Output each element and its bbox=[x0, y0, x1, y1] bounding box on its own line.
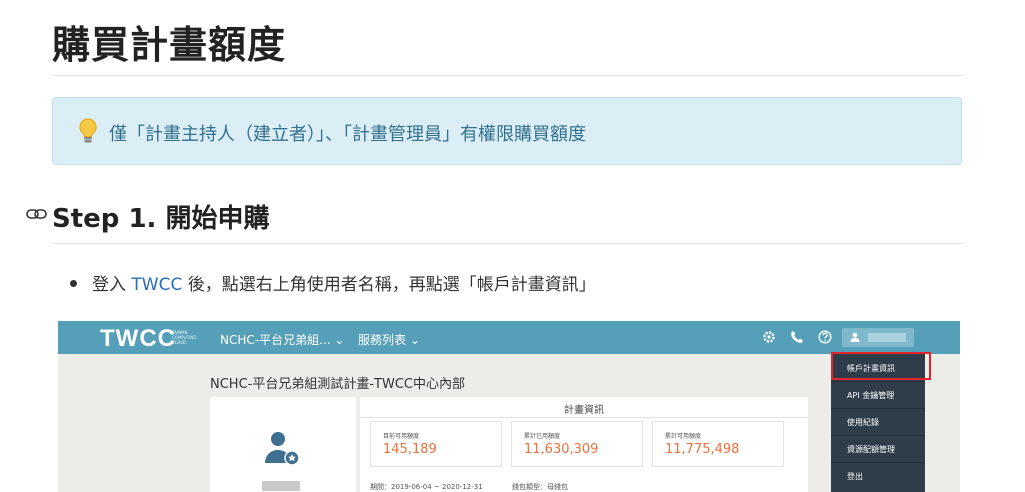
twcc-logo-subtitle: TAIWAN COMPUTING CLOUD bbox=[172, 330, 197, 345]
stat-total-quota: 累計可用額度 11,775,498 bbox=[652, 421, 784, 467]
bullet-dot bbox=[70, 280, 77, 287]
page-title: 購買計畫額度 bbox=[52, 23, 287, 67]
tip-text: 僅「計畫主持人（建立者）」、「計畫管理員」有權限購買額度 bbox=[109, 124, 586, 145]
dropdown-divider bbox=[831, 381, 925, 382]
project-period: 期間：2019-06-04 ~ 2020-12-31 bbox=[370, 483, 483, 491]
stat-label: 目前可用額度 bbox=[383, 433, 420, 440]
dropdown-divider bbox=[831, 408, 925, 409]
gear-icon bbox=[763, 331, 775, 343]
stat-used-quota: 累計已用額度 11,630,309 bbox=[511, 421, 643, 467]
user-menu-button bbox=[842, 328, 914, 347]
twcc-logo: TWCC bbox=[100, 325, 176, 352]
dropdown-item-usage-records: 使用紀錄 bbox=[847, 418, 879, 427]
stat-value: 11,630,309 bbox=[524, 442, 599, 457]
tip-box: 僅「計畫主持人（建立者）」、「計畫管理員」有權限購買額度 bbox=[52, 97, 962, 165]
nav-project-menu: NCHC-平台兄弟組... ⌄ bbox=[220, 333, 345, 347]
dropdown-item-resource-quota: 資源配額管理 bbox=[847, 445, 895, 454]
stat-value: 145,189 bbox=[383, 442, 437, 457]
title-divider bbox=[52, 75, 964, 76]
lightbulb-icon bbox=[79, 118, 97, 143]
screenshot-navbar: TWCC TAIWAN COMPUTING CLOUD NCHC-平台兄弟組..… bbox=[58, 321, 960, 354]
dropdown-divider bbox=[831, 435, 925, 436]
username-blurred bbox=[868, 333, 906, 342]
user-icon bbox=[850, 332, 860, 342]
phone-icon bbox=[791, 331, 803, 343]
twcc-link[interactable]: TWCC bbox=[131, 275, 182, 295]
dropdown-item-api-keys: API 金鑰管理 bbox=[847, 391, 895, 400]
step-heading: Step 1. 開始申購 bbox=[52, 204, 270, 234]
bullet-text-after: 後，點選右上角使用者名稱，再點選「帳戶計畫資訊」 bbox=[182, 275, 596, 295]
project-info-divider bbox=[360, 417, 808, 418]
profile-name-blurred bbox=[262, 481, 300, 491]
user-avatar-icon bbox=[265, 432, 300, 466]
link-anchor-icon[interactable] bbox=[26, 207, 48, 221]
stat-available-quota: 目前可用額度 145,189 bbox=[370, 421, 502, 467]
nav-services-menu: 服務列表 ⌄ bbox=[358, 333, 420, 347]
stat-label: 累計可用額度 bbox=[665, 433, 702, 440]
project-info-title: 計畫資訊 bbox=[564, 405, 604, 416]
wallet-type: 錢包類型：母錢包 bbox=[512, 483, 568, 491]
step-divider bbox=[52, 243, 964, 244]
dropdown-divider bbox=[831, 462, 925, 463]
embedded-screenshot: TWCC TAIWAN COMPUTING CLOUD NCHC-平台兄弟組..… bbox=[58, 321, 960, 492]
dropdown-item-logout: 登出 bbox=[847, 472, 863, 481]
help-icon bbox=[818, 330, 832, 344]
stat-value: 11,775,498 bbox=[665, 442, 740, 457]
bullet-text-before: 登入 bbox=[92, 275, 132, 295]
highlight-box bbox=[831, 352, 931, 380]
project-title: NCHC-平台兄弟組測試計畫-TWCC中心內部 bbox=[210, 377, 465, 392]
bullet-text: 登入 TWCC 後，點選右上角使用者名稱，再點選「帳戶計畫資訊」 bbox=[92, 270, 596, 295]
stat-label: 累計已用額度 bbox=[524, 433, 561, 440]
